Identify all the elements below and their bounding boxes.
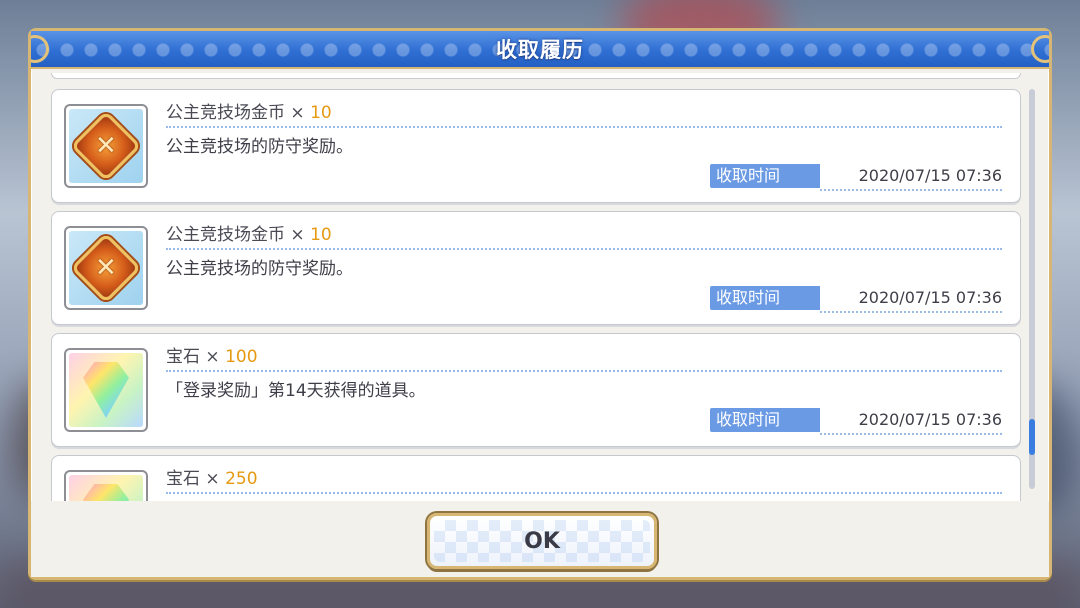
item-name: 公主竞技场金币 bbox=[166, 225, 285, 245]
history-entry: 宝石 × 100 「登录奖励」第14天获得的道具。 收取时间 2020/07/1… bbox=[51, 333, 1021, 447]
divider bbox=[820, 433, 1002, 435]
receive-time-value: 2020/07/15 07:36 bbox=[858, 410, 1002, 429]
item-icon-frame[interactable] bbox=[64, 348, 148, 432]
item-name-line: 宝石 × 100 bbox=[166, 342, 258, 367]
item-icon-frame[interactable]: ✕ bbox=[64, 226, 148, 310]
item-quantity: 100 bbox=[225, 347, 258, 367]
ornament-icon bbox=[31, 35, 49, 63]
item-quantity: 10 bbox=[310, 225, 332, 245]
ornament-icon bbox=[1031, 35, 1049, 63]
arena-coin-icon: ✕ bbox=[70, 232, 142, 304]
history-list[interactable]: ✕ 公主竞技场金币 × 10 公主竞技场的防守奖励。 收取时间 2020/07/… bbox=[49, 73, 1031, 501]
item-icon-frame[interactable]: ✕ bbox=[64, 104, 148, 188]
divider bbox=[166, 126, 1002, 128]
receive-time-label: 收取时间 bbox=[710, 164, 820, 188]
divider bbox=[820, 311, 1002, 313]
multiplier: × bbox=[205, 469, 220, 489]
ok-button[interactable]: OK bbox=[427, 513, 657, 569]
item-name: 公主竞技场金币 bbox=[166, 103, 285, 123]
item-name-line: 宝石 × 250 bbox=[166, 464, 258, 489]
receive-time-value: 2020/07/15 07:36 bbox=[858, 166, 1002, 185]
receive-time-label: 收取时间 bbox=[710, 286, 820, 310]
divider bbox=[166, 492, 1002, 494]
gem-icon bbox=[83, 484, 129, 501]
scrollbar[interactable] bbox=[1029, 89, 1035, 489]
item-name: 宝石 bbox=[166, 347, 200, 367]
multiplier: × bbox=[205, 347, 220, 367]
item-name: 宝石 bbox=[166, 469, 200, 489]
item-description: 公主竞技场的防守奖励。 bbox=[166, 137, 353, 157]
item-name-line: 公主竞技场金币 × 10 bbox=[166, 98, 332, 123]
item-name-line: 公主竞技场金币 × 10 bbox=[166, 220, 332, 245]
dialog-title-bar: 收取履历 bbox=[31, 31, 1049, 69]
ok-button-label: OK bbox=[524, 528, 560, 554]
gem-icon bbox=[83, 362, 129, 418]
item-icon-frame[interactable] bbox=[64, 470, 148, 501]
history-entry: ✕ 公主竞技场金币 × 10 公主竞技场的防守奖励。 收取时间 2020/07/… bbox=[51, 211, 1021, 325]
multiplier: × bbox=[290, 225, 305, 245]
dialog-title: 收取履历 bbox=[496, 38, 584, 62]
multiplier: × bbox=[290, 103, 305, 123]
history-entry: ✕ 公主竞技场金币 × 10 公主竞技场的防守奖励。 收取时间 2020/07/… bbox=[51, 89, 1021, 203]
item-description: 公主竞技场的防守奖励。 bbox=[166, 259, 353, 279]
receive-history-dialog: 收取履历 ✕ 公主竞技场金币 × 10 公主竞技场的防守奖励。 收取时间 202… bbox=[28, 28, 1052, 580]
divider bbox=[166, 248, 1002, 250]
arena-coin-icon: ✕ bbox=[70, 110, 142, 182]
list-item-partial bbox=[51, 73, 1021, 79]
item-quantity: 10 bbox=[310, 103, 332, 123]
receive-time-value: 2020/07/15 07:36 bbox=[858, 288, 1002, 307]
receive-time-label: 收取时间 bbox=[710, 408, 820, 432]
item-quantity: 250 bbox=[225, 469, 258, 489]
scrollbar-thumb[interactable] bbox=[1029, 419, 1035, 455]
history-entry: 宝石 × 250 bbox=[51, 455, 1021, 501]
divider bbox=[166, 370, 1002, 372]
divider bbox=[820, 189, 1002, 191]
item-description: 「登录奖励」第14天获得的道具。 bbox=[166, 381, 426, 401]
